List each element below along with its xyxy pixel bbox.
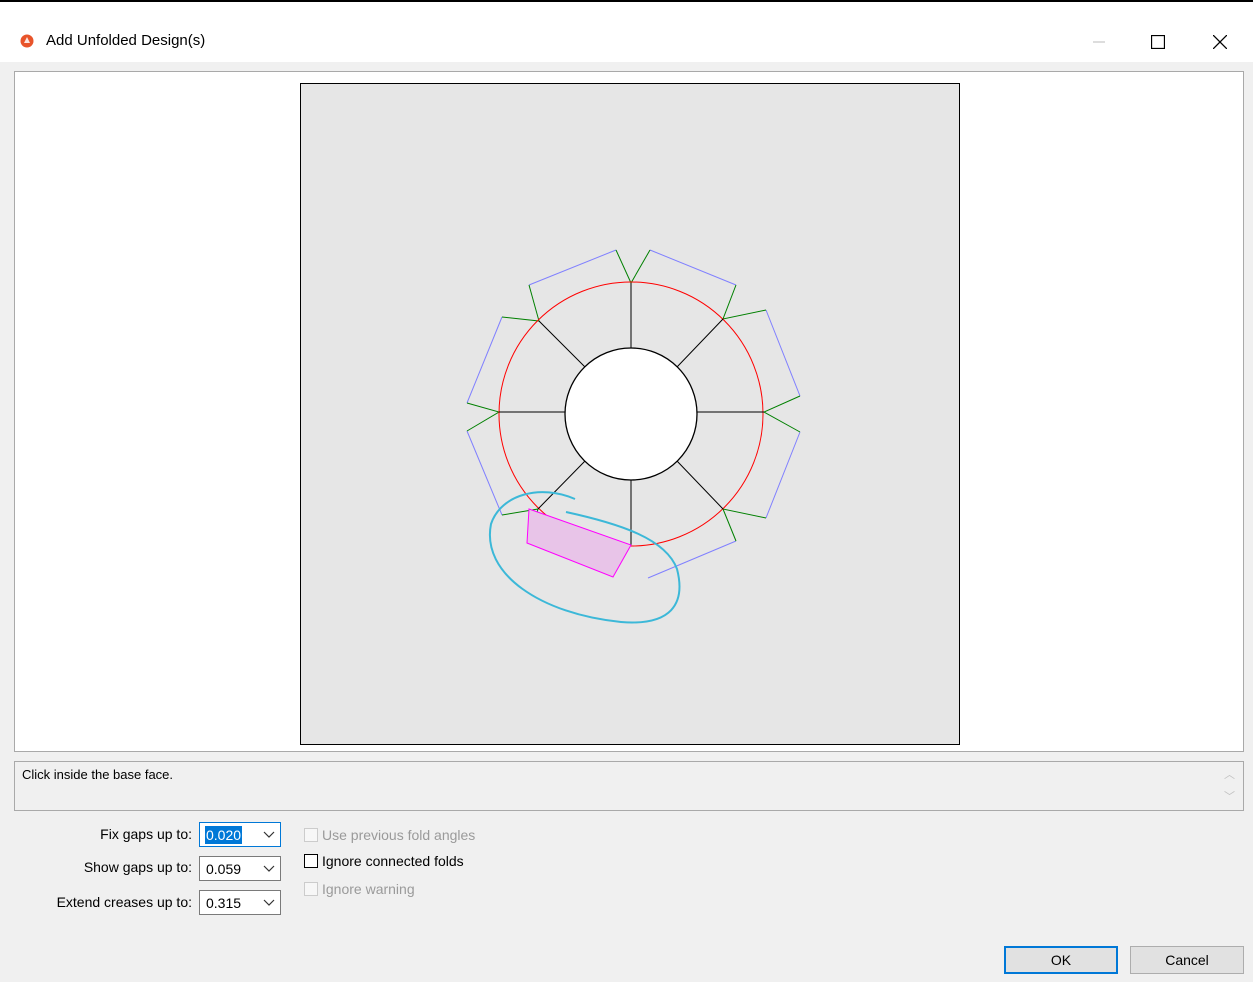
show-gaps-label: Show gaps up to:	[83, 859, 192, 875]
checkbox-box	[304, 854, 318, 868]
checkbox-label: Use previous fold angles	[322, 827, 476, 843]
design-canvas[interactable]	[300, 83, 960, 745]
extend-creases-combo[interactable]: 0.315	[199, 890, 281, 915]
checkbox-label: Ignore warning	[322, 881, 415, 897]
close-button[interactable]	[1197, 24, 1243, 60]
chevron-down-icon	[263, 899, 275, 906]
chevron-down-icon	[263, 865, 275, 872]
unfolded-design-drawing	[466, 249, 801, 624]
extend-creases-value: 0.315	[206, 895, 242, 911]
cancel-button[interactable]: Cancel	[1130, 946, 1244, 974]
center-hole	[564, 347, 698, 481]
extend-creases-label: Extend creases up to:	[56, 894, 192, 910]
chevron-down-icon	[263, 831, 275, 838]
ok-button[interactable]: OK	[1004, 946, 1118, 974]
title-bar: Add Unfolded Design(s)	[0, 2, 1253, 62]
scroll-down-icon[interactable]: ﹀	[1224, 788, 1235, 804]
selected-flap[interactable]	[526, 508, 632, 578]
checkbox-label: Ignore connected folds	[322, 853, 464, 869]
design-preview-panel	[14, 71, 1244, 752]
close-icon	[1213, 35, 1227, 49]
status-message-box: Click inside the base face. ︿ ﹀	[14, 761, 1244, 811]
maximize-icon	[1151, 35, 1165, 49]
window-title: Add Unfolded Design(s)	[46, 32, 206, 49]
fix-gaps-value: 0.020	[205, 826, 243, 844]
use-previous-fold-angles-checkbox[interactable]: Use previous fold angles	[304, 825, 475, 845]
origami-logo-icon	[20, 34, 34, 48]
ignore-connected-folds-checkbox[interactable]: Ignore connected folds	[304, 851, 464, 871]
minimize-icon	[1093, 41, 1105, 43]
fix-gaps-label: Fix gaps up to:	[100, 826, 192, 842]
checkbox-box	[304, 882, 318, 896]
ignore-warning-checkbox[interactable]: Ignore warning	[304, 879, 415, 899]
checkbox-box	[304, 828, 318, 842]
status-message: Click inside the base face.	[22, 767, 174, 782]
minimize-button[interactable]	[1076, 24, 1122, 60]
scroll-up-icon[interactable]: ︿	[1224, 766, 1235, 782]
show-gaps-combo[interactable]: 0.059	[199, 856, 281, 881]
show-gaps-value: 0.059	[206, 861, 242, 877]
maximize-button[interactable]	[1135, 24, 1181, 60]
fix-gaps-combo[interactable]: 0.020	[199, 822, 281, 847]
